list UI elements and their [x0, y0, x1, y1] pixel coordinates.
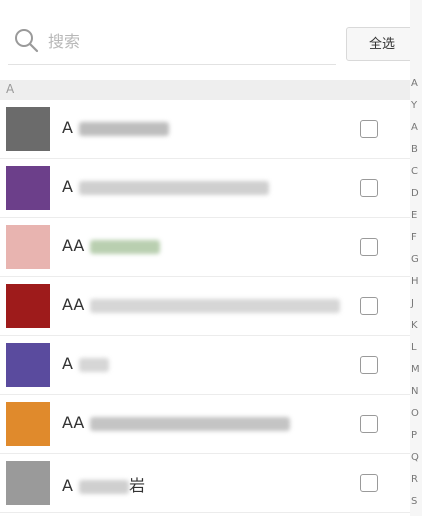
- avatar: [6, 343, 50, 387]
- contact-row[interactable]: A: [0, 100, 410, 159]
- select-checkbox[interactable]: [360, 120, 378, 138]
- contact-name: A: [62, 118, 169, 137]
- select-checkbox[interactable]: [360, 297, 378, 315]
- avatar: [6, 461, 50, 505]
- contact-name: AA: [62, 236, 161, 255]
- contact-row[interactable]: A: [0, 336, 410, 395]
- select-checkbox[interactable]: [360, 179, 378, 197]
- index-letter[interactable]: E: [411, 210, 417, 221]
- contact-name: A岩: [62, 476, 145, 495]
- index-letter[interactable]: Q: [411, 452, 419, 463]
- contact-row[interactable]: AA: [0, 395, 410, 454]
- index-letter[interactable]: R: [411, 474, 418, 485]
- contact-row[interactable]: AA: [0, 218, 410, 277]
- index-letter[interactable]: A: [411, 78, 418, 89]
- contact-name: A: [62, 354, 109, 373]
- search-icon: [15, 29, 39, 53]
- section-header: A: [0, 80, 410, 100]
- select-checkbox[interactable]: [360, 356, 378, 374]
- index-letter[interactable]: A: [411, 122, 418, 133]
- index-letter[interactable]: K: [411, 320, 418, 331]
- select-checkbox[interactable]: [360, 415, 378, 433]
- avatar: [6, 166, 50, 210]
- index-letter[interactable]: G: [411, 254, 419, 265]
- avatar: [6, 225, 50, 269]
- index-letter[interactable]: B: [411, 144, 418, 155]
- avatar: [6, 402, 50, 446]
- index-letter[interactable]: F: [411, 232, 417, 243]
- contact-row[interactable]: A岩: [0, 454, 410, 513]
- index-letter[interactable]: S: [411, 496, 417, 507]
- index-letter[interactable]: M: [411, 364, 420, 375]
- contact-list: A A AA AA A AA A岩: [0, 100, 410, 513]
- select-checkbox[interactable]: [360, 474, 378, 492]
- index-letter[interactable]: N: [411, 386, 418, 397]
- index-letter[interactable]: O: [411, 408, 419, 419]
- index-letter[interactable]: J: [411, 298, 414, 309]
- avatar: [6, 284, 50, 328]
- search-placeholder: 搜索: [48, 32, 81, 51]
- select-checkbox[interactable]: [360, 238, 378, 256]
- index-letter[interactable]: P: [411, 430, 417, 441]
- index-letter[interactable]: C: [411, 166, 418, 177]
- select-all-button[interactable]: 全选: [346, 27, 418, 61]
- contact-name: AA: [62, 295, 341, 314]
- section-letter: A: [6, 82, 15, 96]
- avatar: [6, 107, 50, 151]
- alphabet-index[interactable]: A Y A B C D E F G H J K L M N O P Q R S: [410, 0, 422, 516]
- index-letter[interactable]: D: [411, 188, 419, 199]
- search-box[interactable]: 搜索: [8, 18, 336, 65]
- contact-row[interactable]: AA: [0, 277, 410, 336]
- contact-row[interactable]: A: [0, 159, 410, 218]
- contact-name: A: [62, 177, 269, 196]
- index-letter[interactable]: Y: [411, 100, 417, 111]
- contact-name: AA: [62, 413, 291, 432]
- index-letter[interactable]: L: [411, 342, 417, 353]
- top-bar: 搜索 全选: [0, 0, 418, 76]
- index-letter[interactable]: H: [411, 276, 419, 287]
